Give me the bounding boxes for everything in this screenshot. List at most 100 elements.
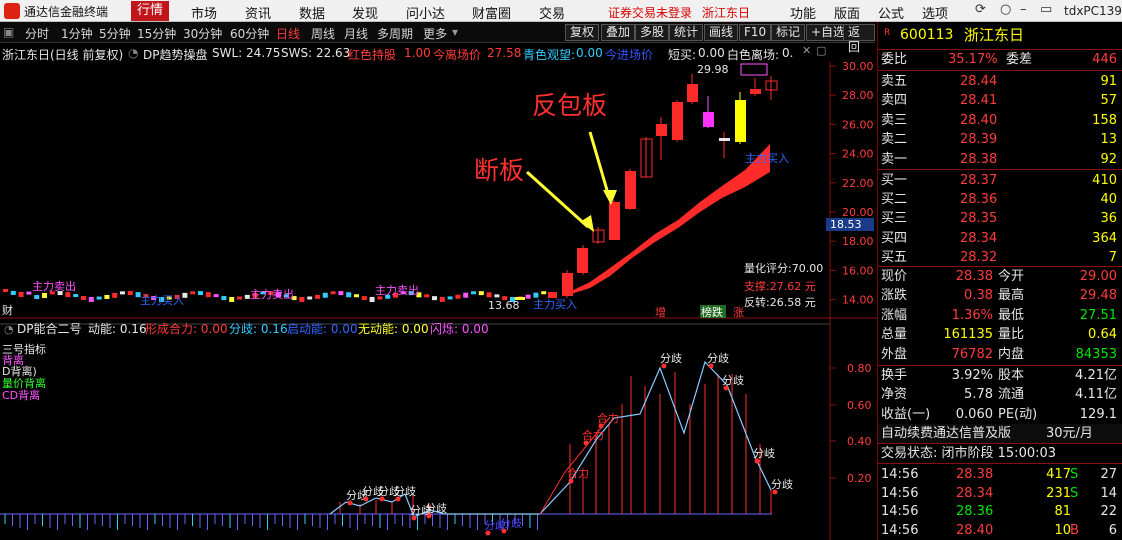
menu-banmian[interactable]: 版面 xyxy=(834,3,860,22)
quote-panel: R 600113 浙江东日 委比 35.17% 委差 446 自动续费通达信普及… xyxy=(877,22,1122,540)
header-close-icon[interactable]: ✕ xyxy=(802,44,811,57)
kline-indicator-name[interactable]: DP趋势操盘 xyxy=(143,46,207,63)
user-icon[interactable]: ○ xyxy=(1000,2,1011,17)
more-dropdown-icon[interactable]: ▾ xyxy=(452,25,458,39)
buy-price: 28.36 xyxy=(960,192,998,208)
promo-row[interactable]: 自动续费通达信普及版 30元/月 xyxy=(878,424,1122,443)
menu-gongshi[interactable]: 公式 xyxy=(878,3,904,22)
period-multi[interactable]: 多周期 xyxy=(377,25,413,42)
huaxian-button[interactable]: 画线 xyxy=(704,24,739,41)
duogu-button[interactable]: 多股 xyxy=(635,24,670,41)
header-expand-icon[interactable]: ▢ xyxy=(816,44,826,57)
buy-price: 28.32 xyxy=(960,249,998,265)
promo-text[interactable]: 自动续费通达信普及版 xyxy=(881,424,1011,443)
buy-volume: 410 xyxy=(1092,173,1117,188)
menu-hangqing[interactable]: 行情 xyxy=(131,1,170,21)
main-sell-1: 主力卖出 xyxy=(32,279,76,293)
candle xyxy=(221,296,227,301)
menu-shuju[interactable]: 数据 xyxy=(299,3,325,22)
sub-fenqi: 分歧: 0.16 xyxy=(229,322,288,336)
menu-xuanxiang[interactable]: 选项 xyxy=(922,3,948,22)
menu-shichang[interactable]: 市场 xyxy=(191,3,217,22)
share-label: PE(动) xyxy=(998,406,1038,422)
menu-wenxiaoda[interactable]: 问小达 xyxy=(406,3,445,22)
promo-price[interactable]: 30元/月 xyxy=(1046,424,1093,443)
sub-toggle-icon[interactable]: ◔ xyxy=(4,323,14,336)
menu-jiaoyi[interactable]: 交易 xyxy=(539,3,565,22)
diejia-button[interactable]: 叠加 xyxy=(601,24,636,41)
buy-volume: 364 xyxy=(1092,230,1117,246)
sub-dot xyxy=(772,489,778,495)
refresh-icon[interactable]: ⟳ xyxy=(975,2,986,17)
y-tick-label: 14.00 xyxy=(842,294,874,307)
biaoji-button[interactable]: 标记 xyxy=(771,24,806,41)
menu-gongneng[interactable]: 功能 xyxy=(790,3,816,22)
menu-zixun[interactable]: 资讯 xyxy=(245,3,271,22)
sell-level-label: 卖三 xyxy=(881,112,908,128)
period-1min[interactable]: 1分钟 xyxy=(61,25,93,42)
chart-area[interactable]: 30.0028.0026.0024.0022.0020.0018.0016.00… xyxy=(0,62,877,540)
share-row: 换手 3.92% 股本 4.21亿 xyxy=(878,366,1122,385)
sell-volume: 92 xyxy=(1100,151,1117,167)
f10-button[interactable]: F10 xyxy=(739,24,772,41)
tick-bs: S xyxy=(1070,467,1079,482)
period-monthly[interactable]: 月线 xyxy=(344,25,368,42)
quote-name: 浙江东日 xyxy=(964,26,1025,44)
minimize-icon[interactable]: – xyxy=(1020,2,1027,17)
period-weekly[interactable]: 周线 xyxy=(311,25,335,42)
candle xyxy=(562,273,573,296)
indicator-toggle-icon[interactable]: ◔ xyxy=(128,46,138,60)
period-daily[interactable]: 日线 xyxy=(276,25,300,42)
high-price-label: 29.98 xyxy=(697,63,729,76)
white-exit-label: 白色离场: xyxy=(727,48,780,62)
sub-label: 合力 xyxy=(567,466,589,480)
tick-row: 14:56 28.36 81 22 xyxy=(878,502,1122,521)
chat-icon[interactable]: ▭ xyxy=(1040,2,1052,17)
candle xyxy=(213,294,219,298)
toolbar-square-icon[interactable]: ▣ xyxy=(3,25,14,39)
buy-volume: 7 xyxy=(1108,249,1117,265)
y-tick-label: 18.00 xyxy=(842,235,874,248)
sell-level-label: 卖四 xyxy=(881,93,908,109)
tongji-button[interactable]: 统计 xyxy=(669,24,704,41)
sub-y-tick-label: 0.20 xyxy=(847,472,872,485)
share-value: 5.78 xyxy=(964,387,993,403)
reversal-price: 反转:26.58 元 xyxy=(744,295,816,309)
period-fenshi[interactable]: 分时 xyxy=(25,25,49,42)
stat-row: 外盘 76782 内盘 84353 xyxy=(878,345,1122,364)
sub-legend-3: 量价背离 xyxy=(2,376,46,390)
sub-indicator-name[interactable]: DP能合二号 xyxy=(17,321,81,336)
short-buy-label: 短买: xyxy=(668,48,697,62)
sell-price: 28.38 xyxy=(960,151,998,167)
sub-label: 分歧 xyxy=(394,485,416,498)
candle xyxy=(96,296,102,300)
period-60min[interactable]: 60分钟 xyxy=(230,25,269,42)
stat-label: 涨跌 xyxy=(881,288,908,304)
stat-value: 84353 xyxy=(1075,346,1117,362)
candle xyxy=(198,291,203,296)
tick-time: 14:56 xyxy=(881,485,919,501)
red-hold-label: 红色持股 xyxy=(348,48,397,62)
stock-link[interactable]: 浙江东日 xyxy=(702,4,750,21)
trend-band xyxy=(565,144,770,296)
candle xyxy=(307,296,313,300)
current-price-tag-text: 18.53 xyxy=(830,218,862,231)
period-15min[interactable]: 15分钟 xyxy=(137,25,176,42)
sell-level-label: 卖五 xyxy=(881,74,908,89)
menu-caifuquan[interactable]: 财富圈 xyxy=(472,3,511,22)
sell-row: 卖三 28.40 158 xyxy=(878,111,1122,130)
share-value: 4.21亿 xyxy=(1075,368,1117,383)
period-30min[interactable]: 30分钟 xyxy=(183,25,222,42)
kline-header: 浙江东日(日线 前复权) ◔ DP趋势操盘 SWL: 24.75 SWS: 22… xyxy=(0,44,830,62)
candle xyxy=(26,291,32,295)
fuquan-button[interactable]: 复权 xyxy=(565,24,600,41)
sub-dot xyxy=(411,515,417,521)
candle xyxy=(120,291,125,295)
sub-dot xyxy=(754,458,760,464)
period-5min[interactable]: 5分钟 xyxy=(99,25,131,42)
back-button[interactable]: 返回 xyxy=(843,24,875,54)
period-more[interactable]: 更多 xyxy=(423,25,447,42)
tick-count: 22 xyxy=(1100,504,1117,519)
menu-faxian[interactable]: 发现 xyxy=(352,3,378,22)
login-warning[interactable]: 证券交易未登录 xyxy=(608,4,692,21)
